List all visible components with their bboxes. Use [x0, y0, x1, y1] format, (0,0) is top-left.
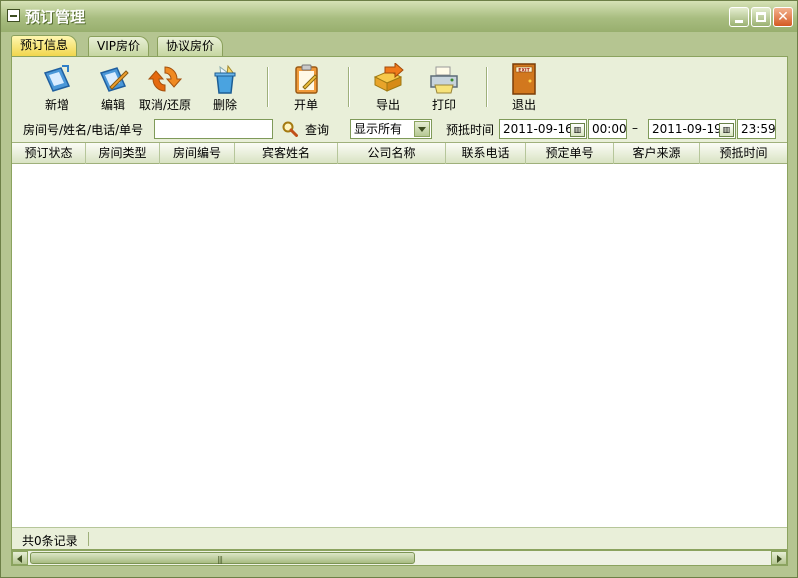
- calendar-icon[interactable]: ▥: [570, 123, 585, 137]
- add-icon: [43, 65, 71, 92]
- column-header[interactable]: 宾客姓名: [235, 143, 338, 164]
- search-button[interactable]: 查询: [305, 121, 329, 138]
- exit-button[interactable]: EXIT 退出: [498, 63, 550, 113]
- search-input[interactable]: [154, 119, 273, 139]
- scroll-thumb[interactable]: |||: [30, 552, 415, 564]
- export-button[interactable]: 导出: [362, 63, 414, 113]
- toolbar-separator: [486, 67, 488, 107]
- system-menu-icon[interactable]: [7, 9, 20, 22]
- edit-button[interactable]: 编辑: [87, 63, 139, 113]
- chevron-down-icon[interactable]: [414, 121, 430, 137]
- status-separator: [88, 532, 89, 546]
- reservation-table-body[interactable]: [12, 164, 787, 527]
- start-date-field[interactable]: 2011-09-16 ▥: [499, 119, 587, 139]
- calendar-icon[interactable]: ▥: [719, 123, 734, 137]
- edit-icon: [99, 67, 129, 92]
- edit-label: 编辑: [100, 98, 125, 112]
- toolbar: 新增 编辑 取消/还原 删除 开单 导出 打印 EXIT 退出: [12, 57, 787, 115]
- minimize-button[interactable]: [729, 7, 749, 27]
- scroll-right-button[interactable]: [771, 551, 787, 565]
- toolbar-separator: [348, 67, 350, 107]
- table-header: 预订状态 房间类型 房间编号 宾客姓名 公司名称 联系电话 预定单号 客户来源 …: [12, 142, 787, 164]
- clipboard-icon: [295, 64, 318, 94]
- filter-bar: 房间号/姓名/电话/单号 查询 显示所有 预抵时间 2011-09-16 ▥ 0…: [12, 117, 787, 141]
- column-header[interactable]: 房间编号: [160, 143, 235, 164]
- range-dash: –: [632, 121, 638, 135]
- maximize-icon: [756, 12, 766, 22]
- open-order-button[interactable]: 开单: [280, 63, 332, 113]
- exit-door-icon: EXIT: [512, 63, 536, 95]
- column-header[interactable]: 公司名称: [338, 143, 446, 164]
- grip-icon: |||: [217, 555, 223, 564]
- display-filter-select[interactable]: 显示所有: [350, 119, 432, 139]
- end-time-value: 23:59: [741, 122, 776, 136]
- title-bar[interactable]: 预订管理 ✕: [1, 1, 797, 32]
- open-order-label: 开单: [293, 98, 318, 112]
- start-time-field[interactable]: 00:00: [588, 119, 627, 139]
- tab-agreement-price[interactable]: 协议房价: [157, 36, 224, 56]
- app-window: 预订管理 ✕ 预订信息 VIP房价 协议房价 新增 编辑 取消/还原 删除 开单…: [0, 0, 798, 578]
- scroll-left-button[interactable]: [12, 551, 28, 565]
- status-bar: 共0条记录: [12, 527, 787, 549]
- export-icon: [373, 63, 404, 92]
- search-label: 房间号/姓名/电话/单号: [23, 123, 144, 137]
- horizontal-scrollbar[interactable]: |||: [11, 550, 788, 566]
- search-icon[interactable]: [282, 121, 298, 137]
- cancel-restore-button[interactable]: 取消/还原: [139, 63, 191, 113]
- close-icon: ✕: [777, 9, 789, 25]
- column-header[interactable]: 客户来源: [614, 143, 700, 164]
- column-header[interactable]: 预抵时间: [700, 143, 787, 164]
- display-filter-value: 显示所有: [354, 122, 403, 136]
- printer-icon: [430, 66, 458, 94]
- minimize-icon: [735, 20, 743, 23]
- start-time-value: 00:00: [592, 122, 627, 136]
- trash-icon: [214, 64, 236, 94]
- column-header[interactable]: 预定单号: [526, 143, 614, 164]
- exit-label: 退出: [511, 98, 536, 112]
- start-date-value: 2011-09-16: [503, 122, 573, 136]
- print-button[interactable]: 打印: [418, 63, 470, 113]
- end-date-value: 2011-09-19: [652, 122, 722, 136]
- delete-label: 删除: [212, 98, 237, 112]
- add-button[interactable]: 新增: [31, 63, 83, 113]
- end-date-field[interactable]: 2011-09-19 ▥: [648, 119, 736, 139]
- arrival-time-label: 预抵时间: [446, 123, 495, 137]
- cancel-restore-label: 取消/还原: [139, 98, 192, 112]
- column-header[interactable]: 预订状态: [12, 143, 86, 164]
- print-label: 打印: [431, 98, 456, 112]
- close-button[interactable]: ✕: [773, 7, 793, 27]
- delete-button[interactable]: 删除: [199, 63, 251, 113]
- toolbar-separator: [267, 67, 269, 107]
- column-header[interactable]: 联系电话: [446, 143, 526, 164]
- column-header[interactable]: 房间类型: [86, 143, 160, 164]
- main-panel: 新增 编辑 取消/还原 删除 开单 导出 打印 EXIT 退出 房间号/姓名/电…: [11, 56, 788, 550]
- export-label: 导出: [375, 98, 400, 112]
- record-count: 共0条记录: [22, 534, 78, 548]
- add-label: 新增: [44, 98, 69, 112]
- end-time-field[interactable]: 23:59: [737, 119, 776, 139]
- svg-text:EXIT: EXIT: [518, 67, 530, 73]
- window-title: 预订管理: [25, 8, 86, 26]
- maximize-button[interactable]: [751, 7, 771, 27]
- tab-reservation-info[interactable]: 预订信息: [11, 35, 78, 56]
- refresh-icon: [148, 66, 182, 92]
- tab-vip-price[interactable]: VIP房价: [88, 36, 149, 56]
